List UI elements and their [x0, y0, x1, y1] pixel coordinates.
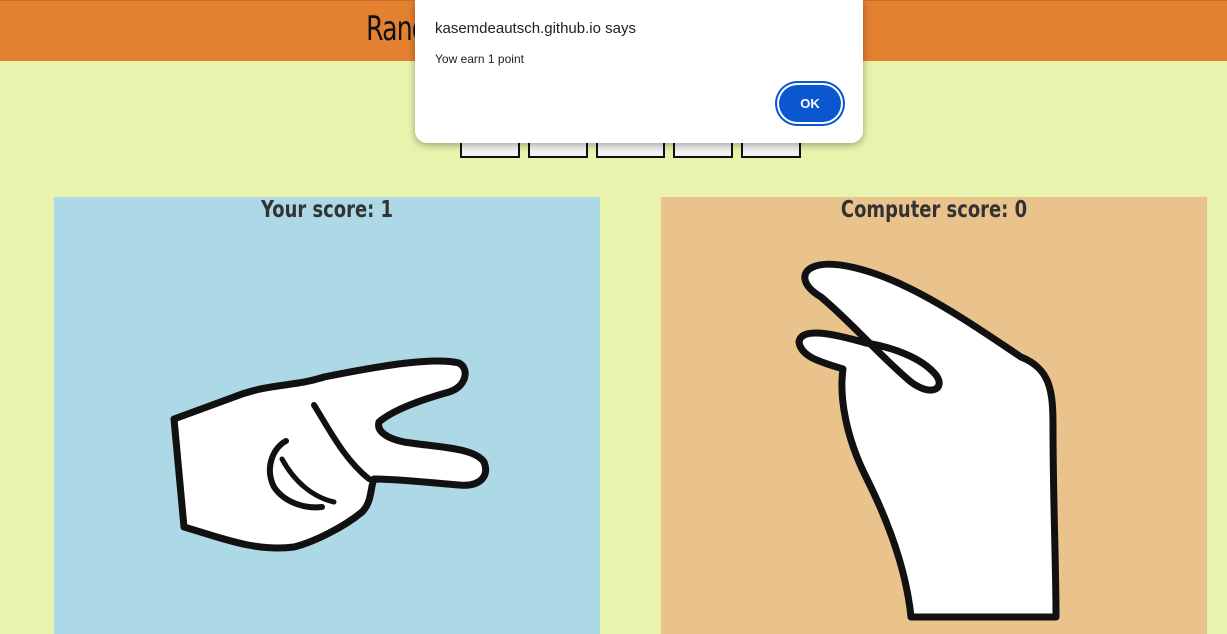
- paper-hand-icon: [795, 260, 1060, 621]
- dialog-origin: kasemdeautsch.github.io says: [435, 20, 636, 37]
- computer-panel: Computer score: 0: [661, 197, 1207, 634]
- ok-button[interactable]: OK: [779, 85, 841, 122]
- scissors-hand-icon: [170, 357, 489, 552]
- dialog-message: Yow earn 1 point: [435, 52, 524, 66]
- alert-dialog: kasemdeautsch.github.io says Yow earn 1 …: [415, 0, 863, 143]
- player-panel: Your score: 1: [54, 197, 600, 634]
